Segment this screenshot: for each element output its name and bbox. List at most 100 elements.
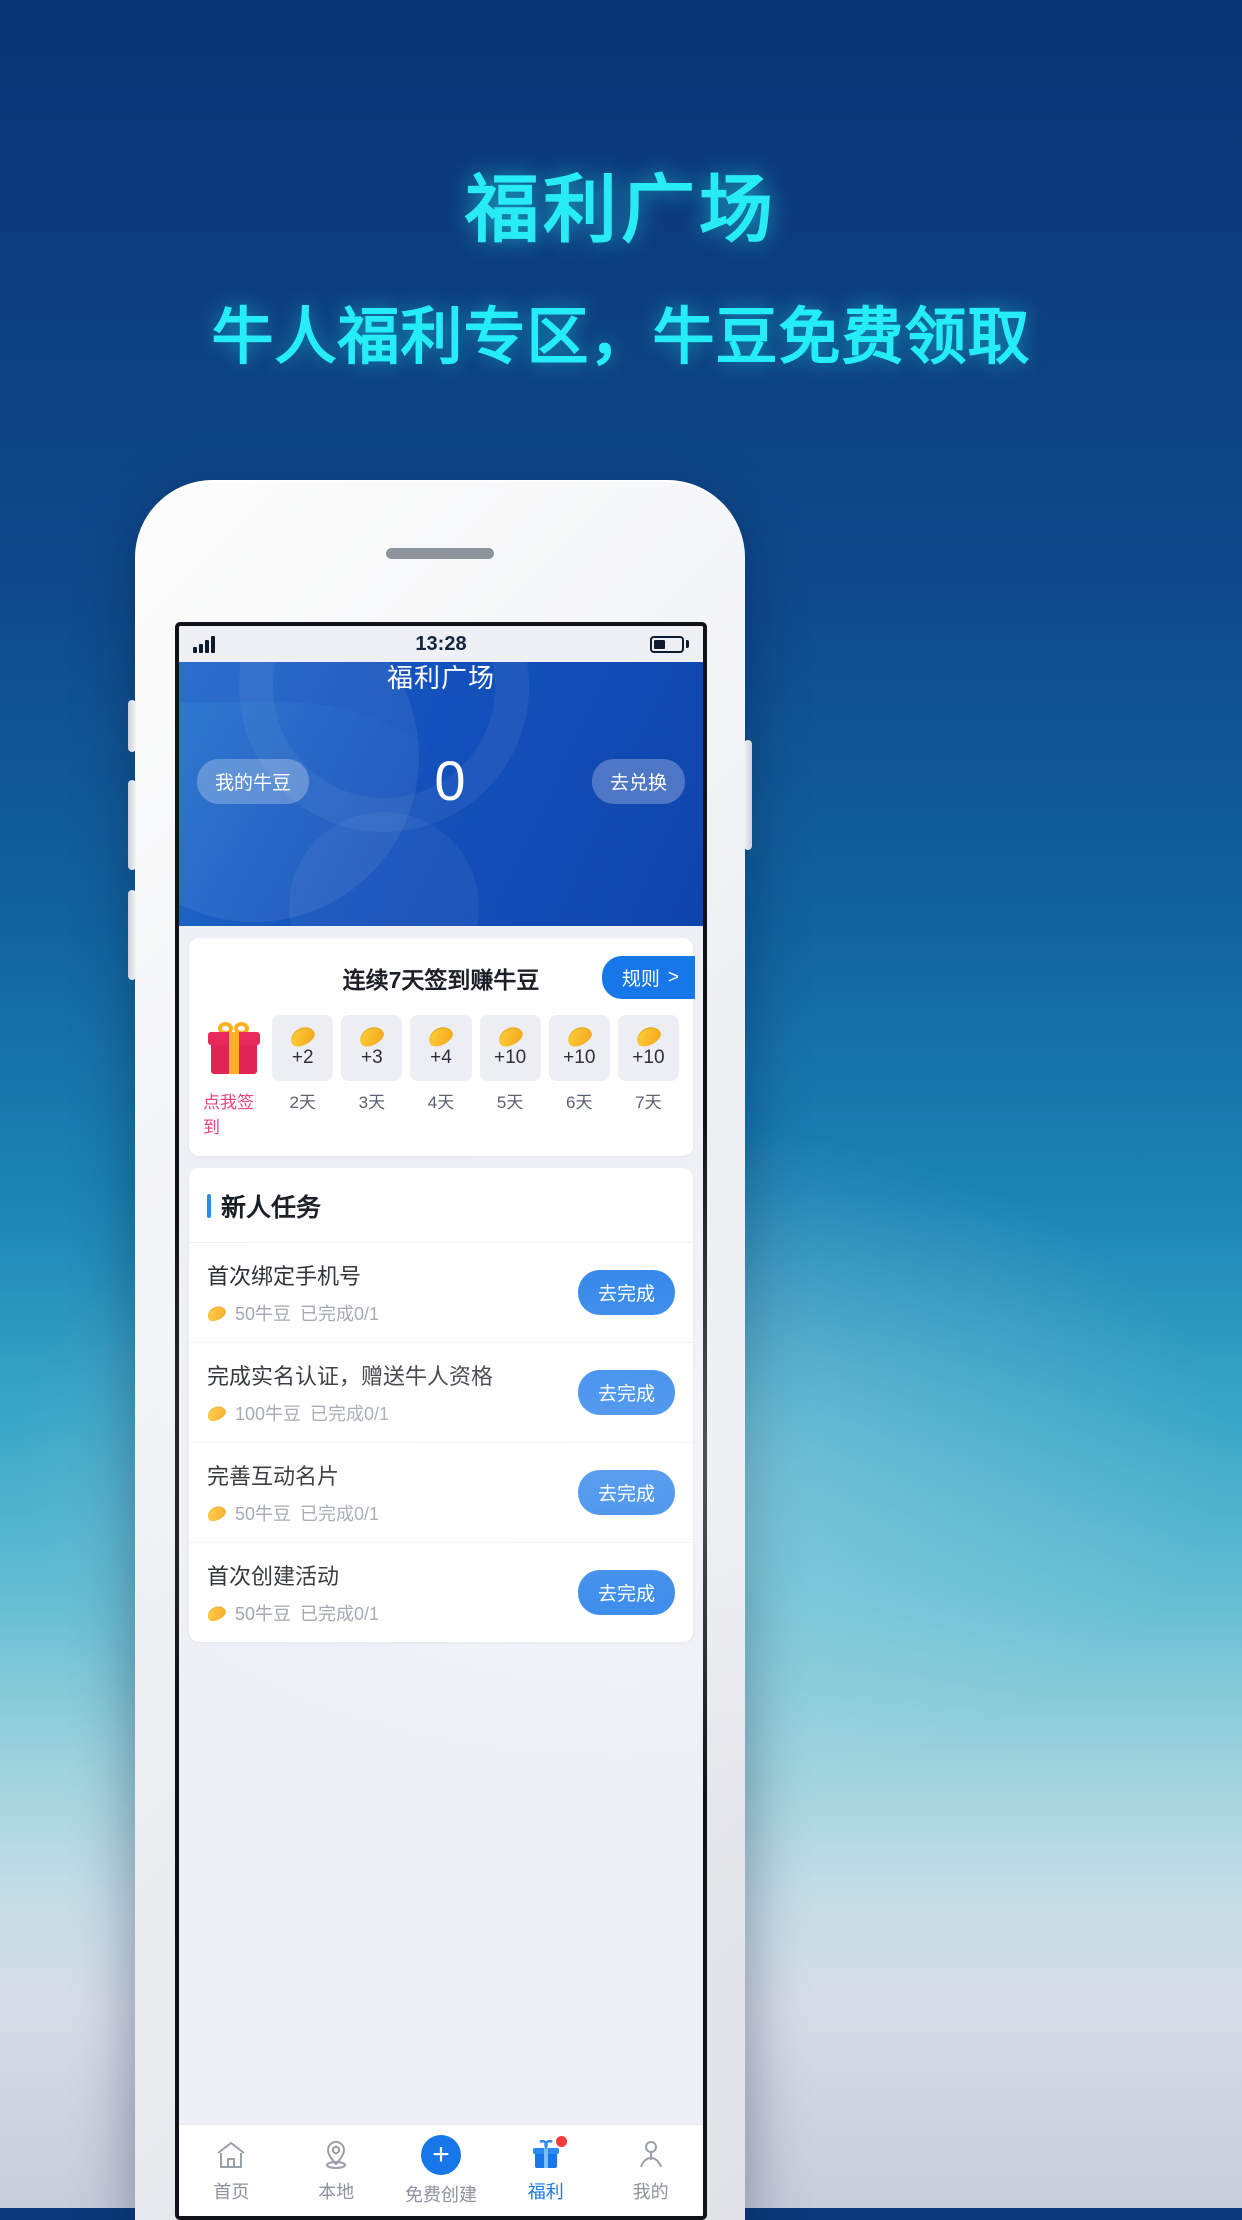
signin-header: 连续7天签到赚牛豆 规则 > — [189, 938, 695, 1009]
rules-label: 规则 — [621, 969, 660, 990]
bean-icon — [356, 1022, 387, 1050]
status-bar: 13:28 — [179, 626, 703, 662]
bean-icon — [205, 1402, 228, 1424]
bean-balance-value: 0 — [434, 749, 467, 812]
task-info: 首次创建活动 50牛豆 已完成0/1 — [205, 1559, 380, 1626]
task-reward: 50牛豆 — [235, 1604, 292, 1624]
phone-volume-down-button — [128, 890, 136, 980]
checkin-label: 点我签到 — [203, 1093, 254, 1137]
bean-icon — [564, 1022, 595, 1050]
task-info: 完成实名认证，赠送牛人资格 100牛豆 已完成0/1 — [205, 1359, 494, 1426]
poster-background: 福利广场 牛人福利专区，牛豆免费领取 13:28 福利广场 我的牛豆 0 去兑换… — [0, 0, 1242, 2220]
phone-mockup: 13:28 福利广场 我的牛豆 0 去兑换 连续7天签到赚牛豆 规则 > 点我签… — [128, 480, 752, 2220]
task-meta: 100牛豆 已完成0/1 — [205, 1400, 493, 1426]
bean-icon — [205, 1602, 228, 1624]
battery-icon — [650, 635, 689, 653]
app-header: 福利广场 我的牛豆 0 去兑换 — [179, 662, 703, 926]
tab-label: 我的 — [632, 2181, 669, 2202]
tab-home[interactable]: 首页 — [179, 2138, 284, 2204]
day-label: 5天 — [496, 1093, 524, 1112]
page-title: 福利广场 — [386, 663, 495, 693]
bean-icon — [425, 1022, 457, 1050]
tasks-section-title: 新人任务 — [221, 1194, 322, 1222]
day-label: 2天 — [289, 1093, 316, 1112]
signin-day-7[interactable]: +10 7天 — [617, 1015, 679, 1113]
task-meta: 50牛豆 已完成0/1 — [205, 1500, 380, 1526]
bean-icon — [633, 1022, 664, 1050]
task-progress: 已完成0/1 — [300, 1304, 380, 1324]
day-label: 7天 — [635, 1093, 662, 1112]
day-reward: +10 — [632, 1046, 665, 1068]
rules-button[interactable]: 规则 > — [601, 956, 695, 999]
bean-icon — [205, 1502, 228, 1524]
day-reward: +4 — [430, 1046, 452, 1068]
task-name: 完成实名认证，赠送牛人资格 — [207, 1364, 494, 1389]
tab-label: 福利 — [527, 2181, 564, 2202]
task-name: 首次创建活动 — [207, 1564, 340, 1589]
task-action-button[interactable]: 去完成 — [577, 1470, 675, 1515]
bottom-tab-bar: 首页 本地 + 免费创建 福利 我的 — [179, 2124, 703, 2216]
my-beans-button[interactable]: 我的牛豆 — [197, 758, 310, 804]
phone-power-button — [744, 740, 752, 850]
tasks-section-header: 新人任务 — [189, 1168, 693, 1243]
task-reward: 50牛豆 — [235, 1504, 292, 1524]
tab-mine[interactable]: 我的 — [598, 2138, 703, 2204]
plus-circle-icon[interactable]: + — [420, 2134, 461, 2175]
day-reward: +3 — [361, 1046, 383, 1068]
task-row[interactable]: 首次创建活动 50牛豆 已完成0/1 去完成 — [189, 1543, 693, 1642]
tab-label: 本地 — [318, 2181, 355, 2202]
task-name: 首次绑定手机号 — [207, 1264, 362, 1289]
signin-card: 连续7天签到赚牛豆 规则 > 点我签到 +2 2天 +3 3天 +4 4天 +1… — [189, 938, 695, 1156]
tab-label: 首页 — [213, 2181, 250, 2202]
tab-create[interactable]: + 免费创建 — [389, 2134, 494, 2207]
signin-day-5[interactable]: +10 5天 — [479, 1015, 541, 1113]
day-reward: +10 — [494, 1046, 527, 1068]
checkin-button[interactable]: 点我签到 — [203, 1015, 264, 1138]
task-action-button[interactable]: 去完成 — [577, 1270, 675, 1315]
task-action-button[interactable]: 去完成 — [577, 1370, 675, 1415]
status-bar-time: 13:28 — [415, 632, 467, 655]
section-accent-bar — [207, 1194, 211, 1218]
tab-welfare[interactable]: 福利 — [493, 2135, 598, 2204]
task-progress: 已完成0/1 — [300, 1604, 380, 1624]
exchange-button[interactable]: 去兑换 — [591, 758, 685, 804]
task-meta: 50牛豆 已完成0/1 — [205, 1300, 380, 1326]
signin-days-row: 点我签到 +2 2天 +3 3天 +4 4天 +10 5天 +10 6天 +10… — [189, 1009, 693, 1156]
location-pin-icon — [319, 2138, 353, 2172]
day-label: 4天 — [427, 1093, 455, 1112]
signin-day-3[interactable]: +3 3天 — [341, 1015, 403, 1113]
phone-earpiece-speaker — [386, 548, 494, 559]
task-progress: 已完成0/1 — [310, 1404, 390, 1424]
phone-screen: 13:28 福利广场 我的牛豆 0 去兑换 连续7天签到赚牛豆 规则 > 点我签… — [175, 622, 707, 2220]
task-reward: 50牛豆 — [235, 1304, 292, 1324]
bean-icon — [495, 1022, 526, 1050]
notification-badge-dot — [555, 2135, 567, 2147]
balance-row: 我的牛豆 0 去兑换 — [179, 753, 703, 809]
task-reward: 100牛豆 — [235, 1404, 302, 1424]
task-row[interactable]: 完成实名认证，赠送牛人资格 100牛豆 已完成0/1 去完成 — [189, 1343, 693, 1443]
chevron-right-icon: > — [667, 966, 679, 988]
home-icon — [214, 2138, 248, 2172]
task-row[interactable]: 完善互动名片 50牛豆 已完成0/1 去完成 — [189, 1443, 693, 1543]
day-label: 3天 — [358, 1093, 386, 1112]
task-info: 完善互动名片 50牛豆 已完成0/1 — [205, 1459, 380, 1526]
day-reward: +10 — [563, 1046, 596, 1068]
signin-day-2[interactable]: +2 2天 — [272, 1015, 334, 1113]
gift-welfare-icon — [529, 2135, 567, 2172]
bean-icon — [205, 1302, 228, 1324]
task-info: 首次绑定手机号 50牛豆 已完成0/1 — [205, 1259, 380, 1326]
person-icon — [634, 2138, 668, 2172]
task-name: 完善互动名片 — [207, 1464, 340, 1489]
signin-day-4[interactable]: +4 4天 — [410, 1015, 472, 1113]
tab-label: 免费创建 — [404, 2184, 477, 2205]
task-action-button[interactable]: 去完成 — [577, 1570, 675, 1615]
signin-day-6[interactable]: +10 6天 — [548, 1015, 610, 1113]
poster-subtitle: 牛人福利专区，牛豆免费领取 — [211, 303, 1031, 372]
task-progress: 已完成0/1 — [300, 1504, 380, 1524]
tab-local[interactable]: 本地 — [284, 2138, 389, 2204]
poster-title: 福利广场 — [465, 168, 777, 251]
task-row[interactable]: 首次绑定手机号 50牛豆 已完成0/1 去完成 — [189, 1243, 693, 1343]
day-reward: +2 — [291, 1046, 314, 1068]
gift-box-icon — [207, 1022, 260, 1074]
task-meta: 50牛豆 已完成0/1 — [205, 1600, 380, 1626]
